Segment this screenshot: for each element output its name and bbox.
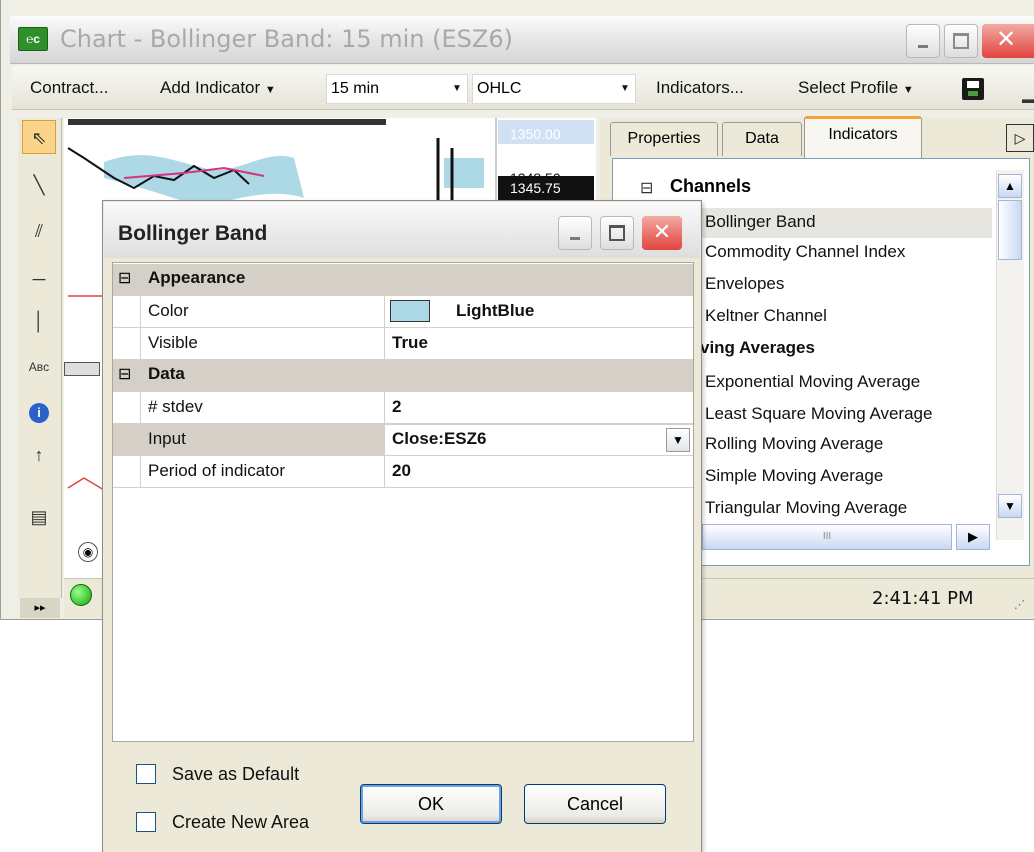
scroll-up-icon[interactable]: ▲ <box>998 174 1022 198</box>
arrow-up-icon[interactable]: ↑ <box>22 438 56 472</box>
list-item[interactable]: Simple Moving Average <box>705 466 883 486</box>
list-item[interactable]: Commodity Channel Index <box>705 242 905 262</box>
list-item[interactable]: Rolling Moving Average <box>705 434 883 454</box>
property-value[interactable]: 2 <box>392 397 401 417</box>
grid-margin-line <box>140 264 141 488</box>
color-swatch[interactable] <box>390 300 430 322</box>
property-value[interactable]: True <box>392 333 428 353</box>
ok-button[interactable]: OK <box>360 784 502 824</box>
property-label: Period of indicator <box>148 461 286 480</box>
collapse-group-icon[interactable]: ⊟ <box>640 178 653 198</box>
dialog-minimize-button[interactable] <box>558 216 592 250</box>
text-tool-icon[interactable]: Aʙc <box>22 350 56 384</box>
grid-divider <box>384 264 385 488</box>
list-item[interactable]: Bollinger Band <box>702 208 992 238</box>
property-label: # stdev <box>148 397 203 416</box>
input-value[interactable]: Close:ESZ6 <box>392 429 486 449</box>
add-indicator-button[interactable]: Add Indicator ▼ <box>160 78 276 98</box>
close-icon[interactable]: ✕ <box>982 24 1034 58</box>
collapse-category-icon[interactable]: ⊟ <box>118 268 131 288</box>
pointer-icon[interactable]: ⇖ <box>22 120 56 154</box>
select-profile-button[interactable]: Select Profile ▼ <box>798 78 914 98</box>
status-time: 2:41:41 PM <box>872 588 974 609</box>
band-fill-right <box>444 158 484 188</box>
horizontal-line-icon[interactable]: ─ <box>22 262 56 296</box>
chart-type-value: OHLC <box>477 80 522 97</box>
scroll-down-icon[interactable]: ▼ <box>998 494 1022 518</box>
group-channels[interactable]: Channels <box>670 176 751 197</box>
create-area-checkbox[interactable] <box>136 812 156 832</box>
group-moving-averages[interactable]: ving Averages <box>700 338 815 358</box>
indicators-button[interactable]: Indicators... <box>656 78 744 98</box>
chevron-down-icon: ▼ <box>264 84 276 96</box>
scroll-thumb[interactable] <box>998 200 1022 260</box>
minimize-button[interactable] <box>906 24 940 58</box>
create-area-label: Create New Area <box>172 812 310 832</box>
eye-icon[interactable]: ◉ <box>78 542 98 562</box>
price-label-last: 1345.75 <box>510 180 561 196</box>
tab-properties[interactable]: Properties <box>610 122 718 156</box>
properties-icon[interactable]: ▤ <box>22 500 56 534</box>
list-item[interactable]: Exponential Moving Average <box>705 372 920 392</box>
chevron-down-icon: ▼ <box>902 84 914 96</box>
app-icon: ℮c <box>18 27 48 51</box>
chart-type-select[interactable]: OHLC ▼ <box>472 74 636 104</box>
save-default-checkbox[interactable] <box>136 764 156 784</box>
scroll-right-icon[interactable]: ▶ <box>956 524 990 550</box>
list-item[interactable]: Triangular Moving Average <box>705 498 907 518</box>
info-icon[interactable]: i <box>22 394 56 428</box>
dialog-maximize-button[interactable] <box>600 216 634 250</box>
resize-grip-icon[interactable]: ⋰ <box>1014 598 1025 611</box>
main-window-title: Chart - Bollinger Band: 15 min (ESZ6) <box>60 25 513 53</box>
maximize-button[interactable] <box>944 24 978 58</box>
input-dropdown-icon[interactable]: ▼ <box>666 428 690 452</box>
property-label: Color <box>148 301 189 320</box>
list-item[interactable]: Least Square Moving Average <box>705 404 932 424</box>
horizontal-scroll-thumb[interactable]: III <box>702 524 952 550</box>
property-value[interactable]: 20 <box>392 461 411 481</box>
category-label: Appearance <box>148 268 246 287</box>
property-label: Visible <box>148 333 198 352</box>
property-label: Input <box>148 429 186 448</box>
dialog-close-icon[interactable]: ✕ <box>642 216 682 250</box>
connection-status-icon <box>70 584 92 606</box>
chart-mini-control[interactable] <box>64 362 100 376</box>
dialog-title: Bollinger Band <box>118 222 268 245</box>
parallel-lines-icon[interactable]: ⫽ <box>22 214 56 248</box>
chevron-down-icon: ▼ <box>452 83 462 94</box>
cancel-button[interactable]: Cancel <box>524 784 666 824</box>
list-item[interactable]: Envelopes <box>705 274 784 294</box>
select-profile-label: Select Profile <box>798 78 899 97</box>
price-label-top: 1350.00 <box>510 126 561 142</box>
chevron-down-icon: ▼ <box>620 83 630 94</box>
category-label: Data <box>148 364 185 383</box>
property-value[interactable]: LightBlue <box>456 301 534 321</box>
vertical-line-icon[interactable]: │ <box>22 304 56 338</box>
tab-data[interactable]: Data <box>722 122 802 156</box>
contract-button[interactable]: Contract... <box>30 78 108 98</box>
category-data[interactable] <box>113 360 693 392</box>
panel-collapse-icon[interactable]: ▷ <box>1006 124 1034 152</box>
save-icon[interactable] <box>962 78 984 100</box>
add-indicator-label: Add Indicator <box>160 78 261 97</box>
interval-select[interactable]: 15 min ▼ <box>326 74 468 104</box>
save-default-label: Save as Default <box>172 764 300 784</box>
expand-icon[interactable]: ▸▸ <box>20 598 60 618</box>
list-item[interactable]: Keltner Channel <box>705 306 827 326</box>
toolbar-overflow-icon[interactable]: ▬ <box>1022 92 1034 106</box>
tab-indicators[interactable]: Indicators <box>804 116 922 158</box>
line-tool-icon[interactable]: ╲ <box>22 168 56 202</box>
interval-value: 15 min <box>331 80 380 97</box>
collapse-category-icon[interactable]: ⊟ <box>118 364 131 384</box>
